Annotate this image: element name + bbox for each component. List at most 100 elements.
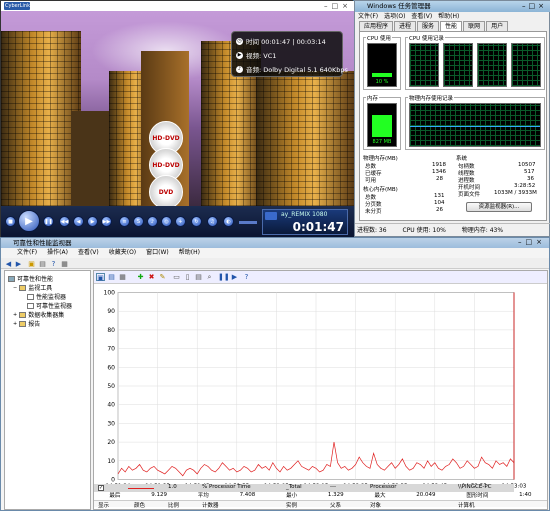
col-color[interactable]: 颜色 [134,501,145,509]
rewind-button[interactable]: ◀ [73,216,84,227]
repeat-button[interactable]: ↻ [191,216,202,227]
expand-icon: + [13,320,18,327]
help-icon[interactable]: ? [242,273,251,281]
stop-button[interactable]: ■ [5,216,16,227]
stats-bar: 最后 9.129 平均 7.408 最小 1.329 最大 20.049 图形时间 1:4… [94,491,547,499]
phys-free-label: 可用 [365,178,377,184]
menu-view[interactable]: 查看(V) [411,13,432,20]
color-swatch [128,488,154,489]
col-show[interactable]: 显示 [98,501,109,509]
menu-help[interactable]: 帮助(H) [179,248,200,258]
mute-button[interactable]: ♫ [207,216,218,227]
menu-options[interactable]: 选项(O) [384,13,405,20]
tab-processes[interactable]: 进程 [394,21,417,31]
play-button[interactable]: ▶ [18,210,40,232]
graph-toolbar: ▣ ▤ ▦ ✚ ✖ ✎ ▭ ▯ ▤ ⌕ ❚❚ ▶ ? [94,271,547,284]
video-frame: HD-DVD HD-DVD DVD ◷ 时间 00:01:47 | 00:03:1… [1,11,354,206]
previous-button[interactable]: ◀◀ [59,216,70,227]
show-hide-tree-icon[interactable]: ▤ [38,260,47,268]
legend-parent: --- [330,484,336,490]
back-icon[interactable]: ◀ [4,260,13,268]
tree-reliability-performance[interactable]: 可靠性和性能 [8,274,53,283]
show-checkbox[interactable]: ✓ [98,485,104,491]
tree-label: 性能监视器 [36,294,67,301]
view-current-activity-icon[interactable]: ▣ [96,273,105,282]
up-folder-icon[interactable]: ▣ [27,260,36,268]
tab-services[interactable]: 服务 [417,21,440,31]
performance-panel: CPU 使用 10 % CPU 使用记录 内存 827 MB 物理内存使用记录 [359,31,547,221]
folder-icon [19,311,27,318]
player-window-buttons[interactable]: –□× [324,2,352,10]
forward-icon[interactable]: ▶ [14,260,23,268]
menu-file[interactable]: 文件(F) [358,13,378,20]
zoom-icon[interactable]: ⌕ [205,273,214,281]
pause-button[interactable]: ❚❚ [43,216,54,227]
next-button[interactable]: ▶▶ [101,216,112,227]
menu-action[interactable]: 操作(A) [47,248,68,258]
legend-row[interactable]: ✓ 1.0 % Processor Time _Total --- Proces… [94,484,514,492]
col-computer[interactable]: 计算机 [458,501,475,509]
last-value: 9.129 [151,492,167,498]
paste-icon[interactable]: ▯ [183,273,192,281]
menu-help[interactable]: 帮助(H) [438,13,459,20]
freeze-display-icon[interactable]: ❚❚ [218,273,230,281]
processes-value: 36 [527,176,534,182]
col-parent[interactable]: 父系 [330,501,341,509]
building [71,111,111,206]
resource-monitor-button[interactable]: 资源监视器(R)... [466,202,532,212]
subtitle-button[interactable]: S [133,216,144,227]
col-counter[interactable]: 计数器 [202,501,219,509]
folder-icon [19,320,27,327]
menu-file[interactable]: 文件(F) [17,248,37,258]
copy-icon[interactable]: ▭ [172,273,181,281]
video-icon: ▶ [236,51,243,59]
y-tick-label: 10 [107,458,115,465]
tree-data-collector-sets[interactable]: + 数据收集器集 [13,310,64,319]
help-icon[interactable]: ? [49,260,58,268]
tree-reports[interactable]: + 报告 [13,319,40,328]
zoom-button[interactable]: + [175,216,186,227]
menu-window[interactable]: 窗口(W) [146,248,169,258]
change-graph-type-icon[interactable]: ▦ [118,273,127,281]
volume-slider[interactable] [239,221,257,224]
memory-meter-fill [372,115,392,137]
menu-button[interactable]: ≡ [119,216,130,227]
menu-view[interactable]: 查看(V) [78,248,99,258]
tree-monitoring-tools[interactable]: − 监视工具 [13,283,52,292]
angle-button[interactable]: ◎ [161,216,172,227]
osd-audio: 音频: Dolby Digital 5.1 640Kbps [246,66,348,74]
memory-meter: 827 MB [367,103,397,147]
tab-users[interactable]: 用户 [486,21,509,31]
task-manager-titlebar: Windows 任务管理器 [355,1,550,12]
tree-performance-monitor[interactable]: 性能监视器 [27,292,66,301]
performance-chart: 0102030405060708090100 14:51:2414:51:351… [104,290,527,490]
col-object[interactable]: 对象 [370,501,381,509]
duration-value: 1:40 [519,492,532,498]
add-icon[interactable]: ✚ [136,273,145,281]
clock-icon: ◷ [236,37,243,45]
task-manager-window-buttons[interactable]: –□× [522,2,547,10]
audio-button[interactable]: ♪ [147,216,158,227]
menu-favorites[interactable]: 收藏夹(O) [109,248,136,258]
chart-gridlines [117,292,515,480]
volume-button[interactable]: ◐ [223,216,234,227]
tab-networking[interactable]: 联网 [463,21,486,31]
phys-total-value: 1918 [432,162,446,168]
col-scale[interactable]: 比例 [168,501,179,509]
view-log-data-icon[interactable]: ▤ [107,273,116,281]
properties-icon[interactable]: ▤ [194,273,203,281]
tree-label: 监视工具 [28,285,53,292]
update-data-icon[interactable]: ▶ [230,273,239,281]
perfmon-window-buttons[interactable]: –□× [518,238,546,246]
highlight-icon[interactable]: ✎ [158,273,167,281]
min-value: 1.329 [327,492,344,498]
cpu-meter-fill [372,73,392,77]
tree-reliability-monitor[interactable]: 可靠性监视器 [27,301,72,310]
properties-icon[interactable]: ▦ [60,260,69,268]
delete-icon[interactable]: ✖ [147,273,156,281]
col-instance[interactable]: 实例 [286,501,297,509]
avg-value: 7.408 [239,492,256,498]
dvd-disc: DVD [149,175,183,206]
forward-button[interactable]: ▶ [87,216,98,227]
tab-applications[interactable]: 应用程序 [359,21,394,31]
